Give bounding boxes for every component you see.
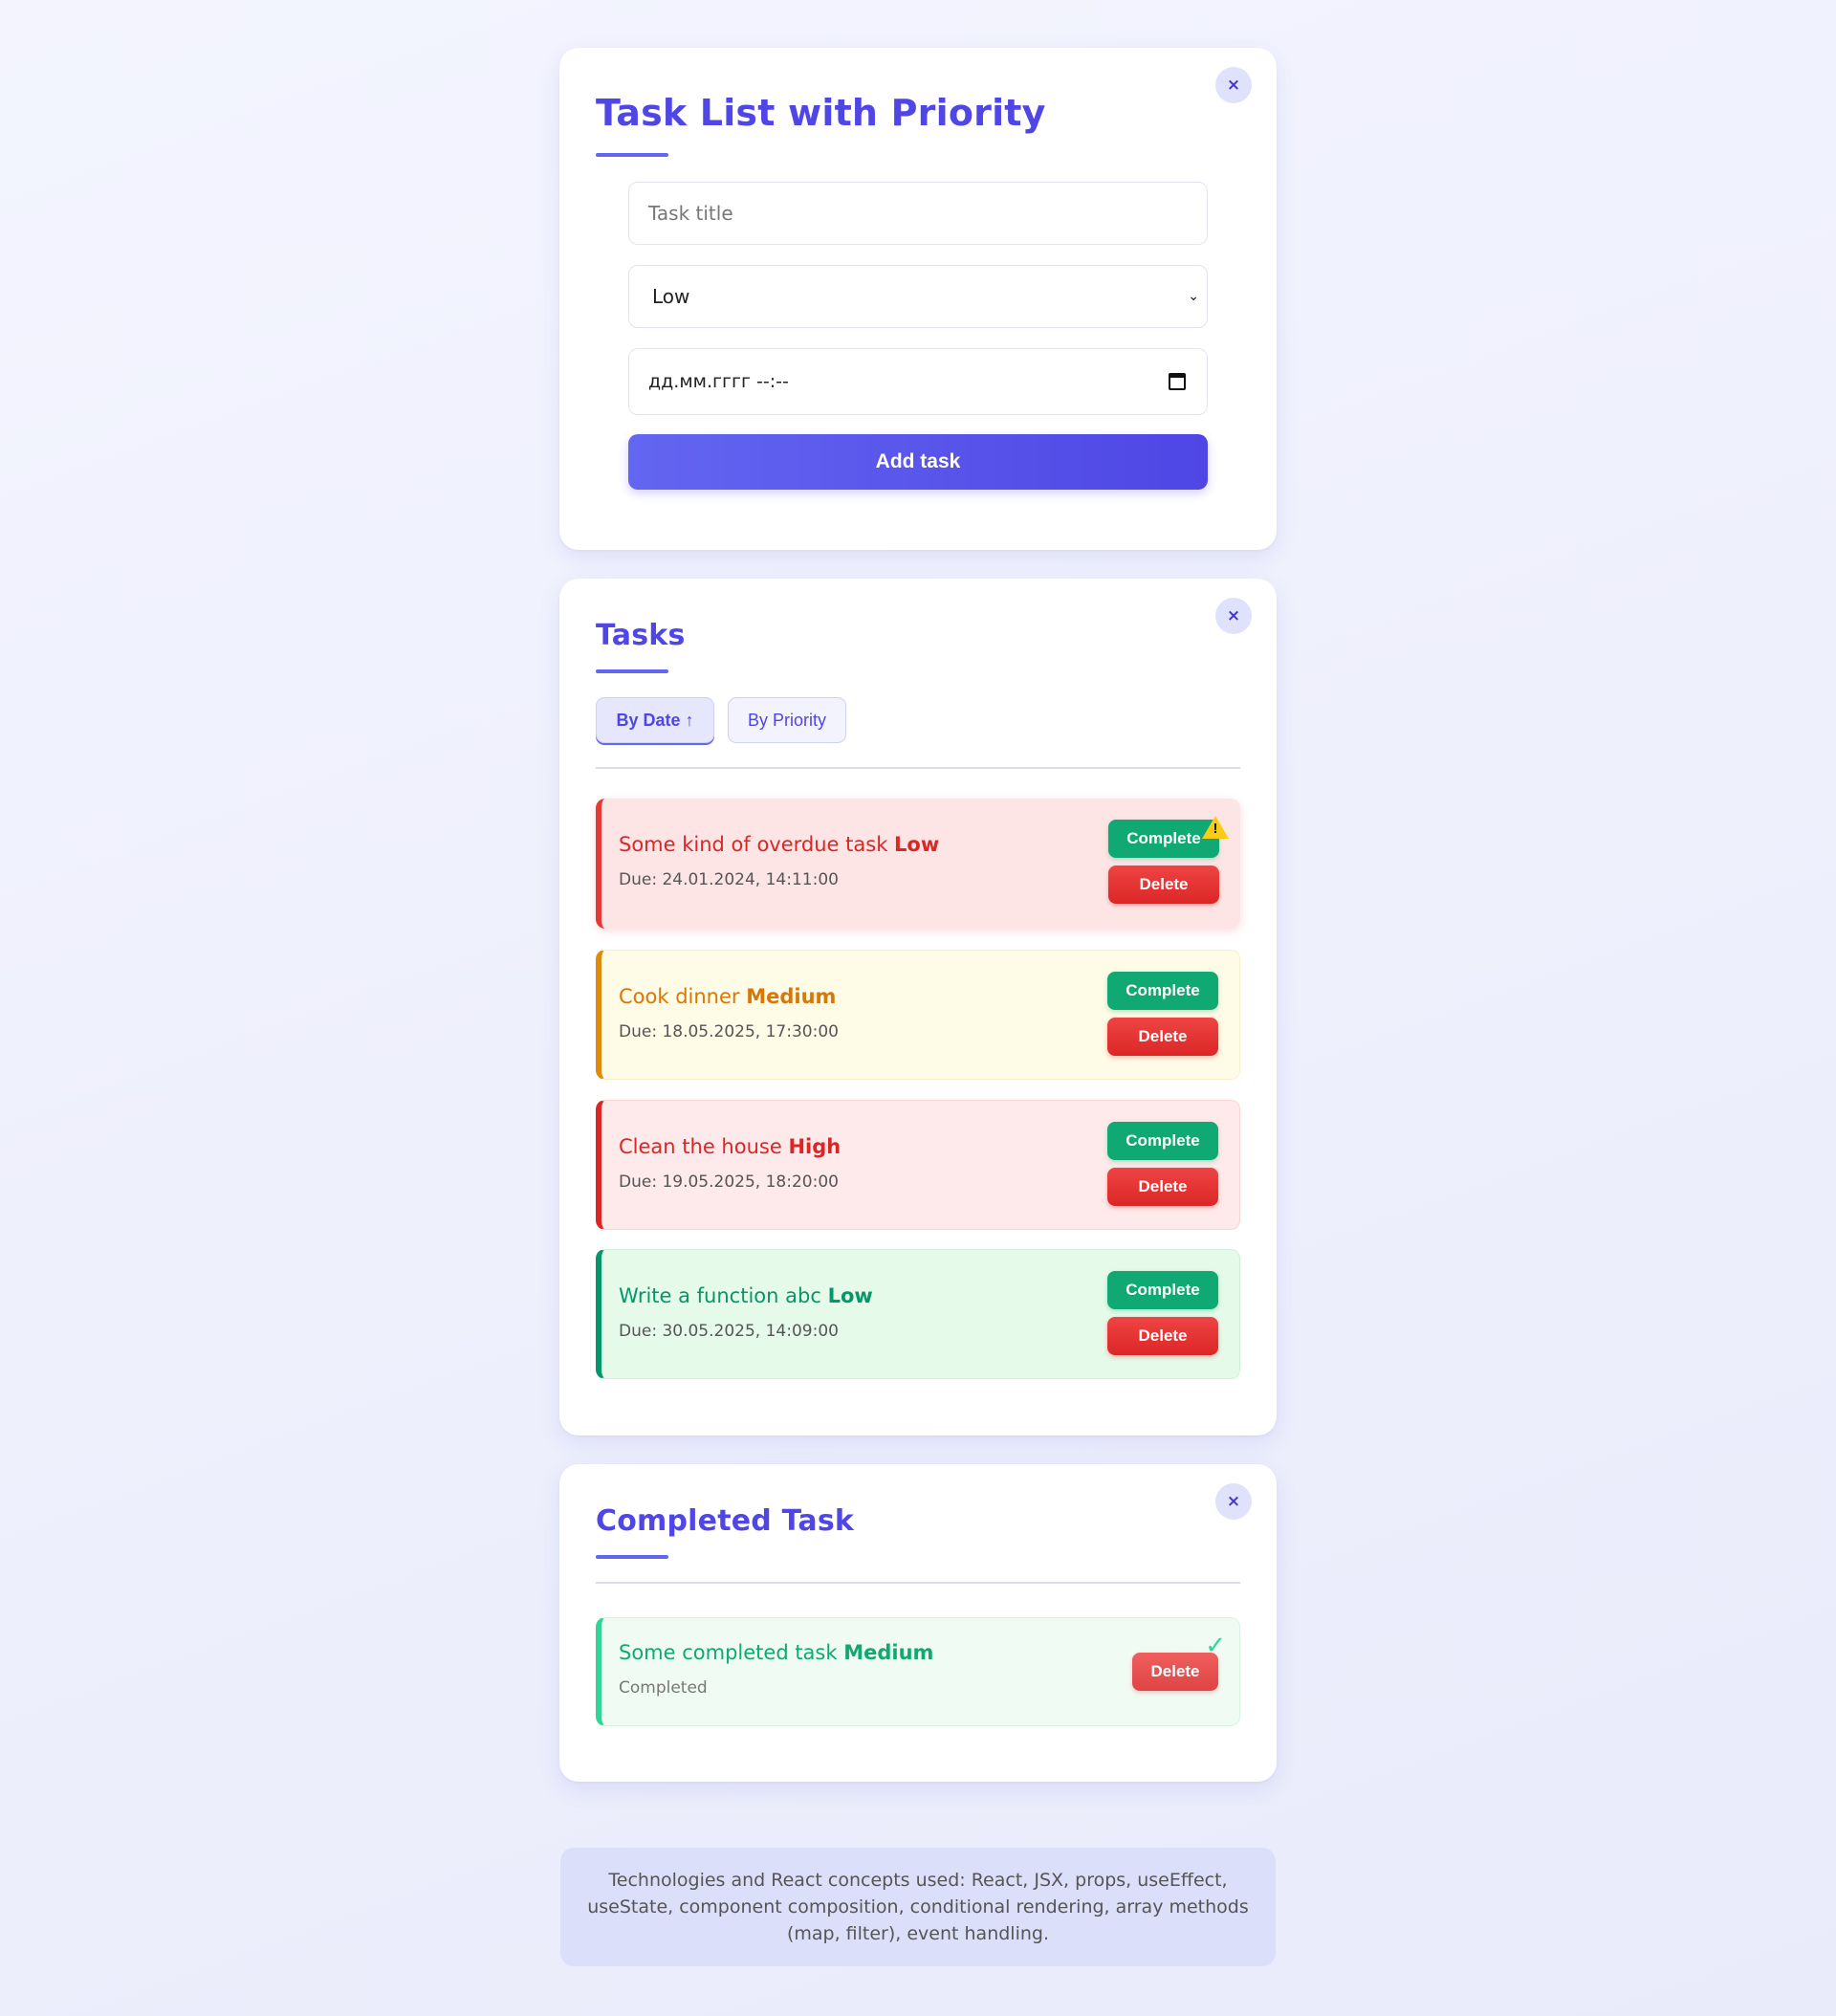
task-title-placeholder: Task title: [648, 202, 733, 225]
divider: [596, 1582, 1240, 1584]
priority-label: Low: [827, 1284, 873, 1307]
delete-button[interactable]: Delete: [1108, 866, 1219, 904]
task-item: Some kind of overdue task Low Due: 24.01…: [596, 799, 1240, 929]
completed-task-item: Some completed task Medium Completed Del…: [596, 1617, 1240, 1726]
task-title-text: Some kind of overdue task: [619, 833, 888, 856]
page-title: Task List with Priority: [596, 92, 1046, 134]
task-name: Some completed task Medium: [619, 1641, 933, 1664]
task-title-text: Cook dinner: [619, 985, 740, 1008]
task-status: Completed: [619, 1678, 708, 1698]
delete-button[interactable]: Delete: [1107, 1018, 1218, 1056]
task-title-text: Clean the house: [619, 1135, 782, 1158]
completed-title: Completed Task: [596, 1504, 855, 1538]
priority-selected-value: Low: [652, 285, 690, 308]
due-datetime-input[interactable]: дд.мм.гггг --:--: [628, 348, 1208, 415]
task-name: Write a function abc Low: [619, 1284, 873, 1307]
complete-button[interactable]: Complete: [1107, 1122, 1218, 1160]
title-underline: [596, 669, 668, 673]
task-title-input[interactable]: Task title: [628, 182, 1208, 245]
task-item: Cook dinner Medium Due: 18.05.2025, 17:3…: [596, 950, 1240, 1080]
task-due-date: Due: 19.05.2025, 18:20:00: [619, 1172, 839, 1192]
chevron-down-icon: ⌄: [1188, 289, 1199, 304]
task-item: Write a function abc Low Due: 30.05.2025…: [596, 1249, 1240, 1379]
complete-button[interactable]: Complete: [1107, 1271, 1218, 1309]
warning-mark: !: [1213, 821, 1218, 837]
task-name: Cook dinner Medium: [619, 985, 836, 1008]
tasks-title: Tasks: [596, 619, 686, 652]
priority-label: Low: [894, 833, 940, 856]
calendar-icon[interactable]: [1169, 373, 1186, 390]
priority-label: High: [788, 1135, 842, 1158]
sort-by-date-button[interactable]: By Date ↑: [596, 697, 714, 743]
task-due-date: Due: 24.01.2024, 14:11:00: [619, 870, 839, 889]
priority-label: Medium: [746, 985, 837, 1008]
completed-card: × Completed Task Some completed task Med…: [559, 1464, 1277, 1782]
task-due-date: Due: 30.05.2025, 14:09:00: [619, 1322, 839, 1341]
close-icon[interactable]: ×: [1215, 67, 1252, 103]
sort-by-priority-button[interactable]: By Priority: [728, 697, 846, 743]
divider: [596, 767, 1240, 769]
task-item: Clean the house High Due: 19.05.2025, 18…: [596, 1100, 1240, 1230]
delete-button[interactable]: Delete: [1107, 1317, 1218, 1355]
task-title-text: Write a function abc: [619, 1284, 821, 1307]
tasks-card: × Tasks By Date ↑ By Priority Some kind …: [559, 579, 1277, 1435]
title-underline: [596, 1555, 668, 1559]
priority-select[interactable]: Low ⌄: [628, 265, 1208, 328]
task-name: Some kind of overdue task Low: [619, 833, 939, 856]
task-name: Clean the house High: [619, 1135, 841, 1158]
task-form-card: × Task List with Priority Task title Low…: [559, 48, 1277, 550]
complete-button[interactable]: Complete: [1107, 972, 1218, 1010]
task-title-text: Some completed task: [619, 1641, 838, 1664]
technologies-note: Technologies and React concepts used: Re…: [560, 1848, 1276, 1966]
close-icon[interactable]: ×: [1215, 1483, 1252, 1520]
datetime-placeholder: дд.мм.гггг --:--: [648, 371, 789, 392]
close-icon[interactable]: ×: [1215, 598, 1252, 634]
add-task-button[interactable]: Add task: [628, 434, 1208, 490]
check-icon: ✓: [1205, 1632, 1226, 1660]
priority-label: Medium: [843, 1641, 934, 1664]
delete-button[interactable]: Delete: [1107, 1168, 1218, 1206]
task-due-date: Due: 18.05.2025, 17:30:00: [619, 1022, 839, 1041]
title-underline: [596, 153, 668, 157]
